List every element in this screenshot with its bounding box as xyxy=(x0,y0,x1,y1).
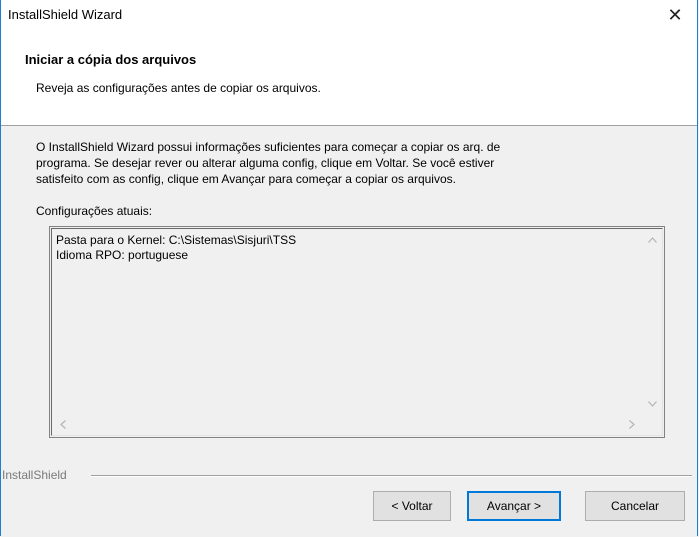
scroll-down-icon[interactable] xyxy=(648,401,657,407)
instructions-line: satisfeito com as config, clique em Avan… xyxy=(36,172,456,186)
horizontal-scrollbar[interactable] xyxy=(54,415,641,433)
instructions-text: O InstallShield Wizard possui informaçõe… xyxy=(36,139,656,187)
brand-label: InstallShield xyxy=(2,468,71,482)
instructions-line: programa. Se desejar rever ou alterar al… xyxy=(36,156,495,170)
list-item: Pasta para o Kernel: C:\Sistemas\Sisjuri… xyxy=(56,233,297,247)
wizard-header: Iniciar a cópia dos arquivos Reveja as c… xyxy=(1,30,697,126)
brand-divider: InstallShield xyxy=(1,468,699,482)
title-bar: InstallShield Wizard ✕ xyxy=(1,0,697,30)
window-title: InstallShield Wizard xyxy=(8,7,123,22)
close-icon[interactable]: ✕ xyxy=(655,0,695,30)
page-subtitle: Reveja as configurações antes de copiar … xyxy=(36,81,321,95)
page-title: Iniciar a cópia dos arquivos xyxy=(25,52,197,67)
installer-window: InstallShield Wizard ✕ Iniciar a cópia d… xyxy=(0,0,698,536)
instructions-line: O InstallShield Wizard possui informaçõe… xyxy=(36,140,501,154)
scroll-right-icon[interactable] xyxy=(629,420,635,429)
list-item: Idioma RPO: portuguese xyxy=(56,248,189,262)
scroll-up-icon[interactable] xyxy=(648,237,657,243)
settings-label: Configurações atuais: xyxy=(36,204,153,218)
cancel-button[interactable]: Cancelar xyxy=(585,491,685,521)
settings-listbox[interactable]: Pasta para o Kernel: C:\Sistemas\Sisjuri… xyxy=(49,226,665,438)
next-button[interactable]: Avançar > xyxy=(467,491,561,521)
vertical-scrollbar[interactable] xyxy=(643,231,660,413)
scroll-left-icon[interactable] xyxy=(60,420,66,429)
settings-list: Pasta para o Kernel: C:\Sistemas\Sisjuri… xyxy=(56,233,296,263)
back-button[interactable]: < Voltar xyxy=(373,491,451,521)
